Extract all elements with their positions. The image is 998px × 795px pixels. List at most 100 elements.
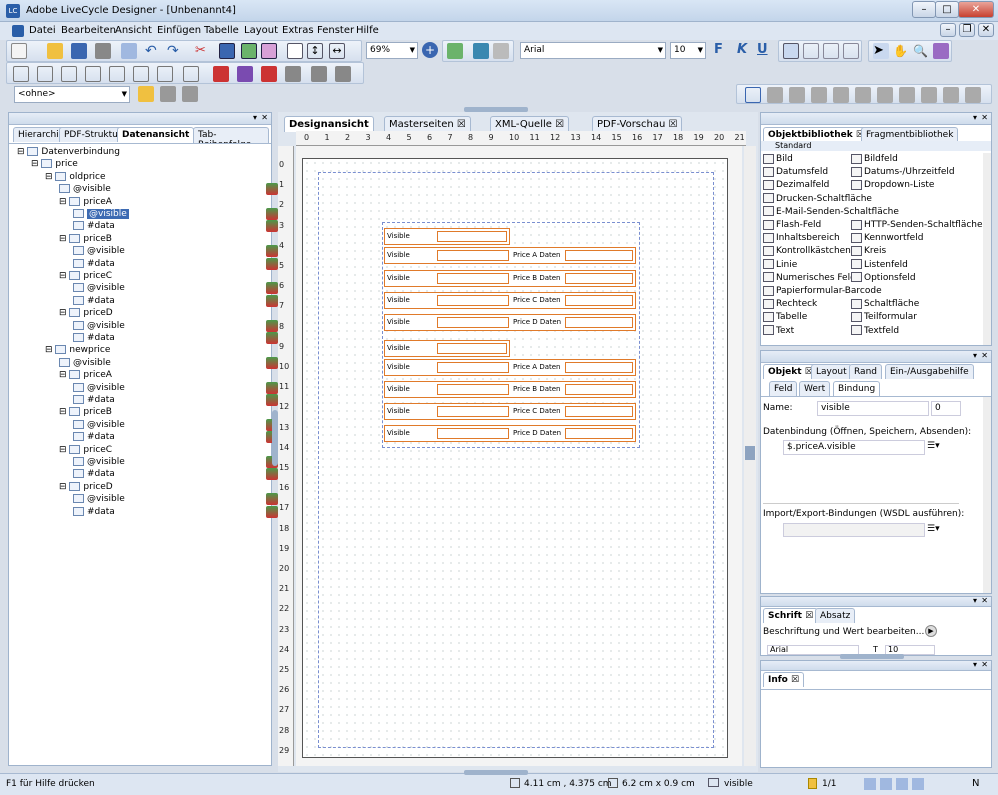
snap-grid-icon[interactable]	[241, 43, 257, 59]
align-hcenter-icon[interactable]	[133, 66, 149, 82]
tree-node[interactable]: #data	[73, 220, 115, 232]
library-scrollbar[interactable]	[983, 153, 991, 345]
tree-toggle-icon[interactable]: ⊟	[59, 271, 69, 281]
visible-value-box[interactable]	[437, 406, 509, 417]
library-item[interactable]: Teilformular	[851, 311, 917, 324]
script-tool-icon[interactable]	[933, 43, 949, 59]
form-field-row[interactable]: Visible	[384, 228, 510, 245]
price-value-box[interactable]	[565, 317, 633, 328]
tab-objekt[interactable]: Objekt ☒	[763, 364, 818, 379]
library-item[interactable]: Bild	[763, 153, 793, 166]
tree-node[interactable]: @visible	[73, 245, 125, 257]
insert-table-icon[interactable]	[745, 87, 761, 103]
doc-close-button[interactable]: ✕	[978, 23, 994, 37]
library-section[interactable]: Standard	[761, 141, 991, 151]
visible-value-box[interactable]	[437, 231, 507, 242]
visible-value-box[interactable]	[437, 250, 509, 261]
form-field-row[interactable]: Visible Price C Daten	[384, 292, 636, 309]
tree-node[interactable]: ⊟ priceB	[59, 233, 112, 245]
bold-button[interactable]: F	[714, 42, 723, 57]
status-tool-1-icon[interactable]	[880, 778, 892, 790]
tree-toggle-icon[interactable]: ⊟	[31, 159, 41, 169]
close-button[interactable]: ✕	[958, 1, 994, 18]
tree-node[interactable]: #data	[73, 258, 115, 270]
library-item[interactable]: Dropdown-Liste	[851, 179, 934, 192]
new-icon[interactable]	[11, 43, 27, 59]
form-field-row[interactable]: Visible Price A Daten	[384, 359, 636, 376]
tab-absatz[interactable]: Absatz	[815, 608, 856, 623]
import-field[interactable]	[783, 523, 925, 537]
tree-node[interactable]: ⊟ priceC	[59, 270, 112, 282]
price-value-box[interactable]	[565, 428, 633, 439]
tree-toggle-icon[interactable]: ⊟	[59, 445, 69, 455]
table-op-3-icon[interactable]	[811, 87, 827, 103]
tab-datenansicht[interactable]: Datenansicht	[117, 127, 195, 142]
tree-toggle-icon[interactable]: ⊟	[59, 482, 69, 492]
visible-value-box[interactable]	[437, 343, 507, 354]
tab-xml-quelle[interactable]: XML-Quelle ☒	[490, 116, 570, 132]
menu-ansicht[interactable]: Ansicht	[115, 25, 152, 36]
visible-value-box[interactable]	[437, 362, 509, 373]
hand-tool-icon[interactable]: ✋	[893, 43, 909, 59]
binding-field[interactable]: $.priceA.visible	[783, 440, 925, 455]
preview-icon[interactable]	[121, 43, 137, 59]
table-op-6-icon[interactable]	[877, 87, 893, 103]
form-field-row[interactable]: Visible Price B Daten	[384, 381, 636, 398]
tree-node[interactable]: #data	[73, 332, 115, 344]
check-icon[interactable]	[447, 43, 463, 59]
tree-toggle-icon[interactable]: ⊟	[59, 407, 69, 417]
editor-vscroll-thumb[interactable]	[745, 446, 755, 460]
library-item[interactable]: Text	[763, 325, 794, 338]
align-left-icon[interactable]	[783, 43, 799, 59]
page-icon[interactable]	[287, 43, 303, 59]
library-item[interactable]: Drucken-Schaltfläche	[763, 193, 872, 206]
table-op-5-icon[interactable]	[855, 87, 871, 103]
tree-node[interactable]: ⊟ priceB	[59, 406, 112, 418]
tab-rand[interactable]: Rand	[849, 364, 882, 379]
library-item[interactable]: Textfeld	[851, 325, 899, 338]
object-close-icon[interactable]: ✕	[981, 351, 988, 360]
library-item[interactable]: Numerisches Feld	[763, 272, 856, 285]
library-item[interactable]: Datumsfeld	[763, 166, 828, 179]
top-splitter[interactable]	[464, 107, 528, 112]
menu-einfuegen[interactable]: Einfügen	[157, 25, 201, 36]
import-menu-icon[interactable]: ☰▾	[927, 524, 940, 534]
tree-node[interactable]: @visible	[73, 320, 125, 332]
align-top-icon[interactable]	[61, 66, 77, 82]
tree-node[interactable]: @visible	[59, 183, 111, 195]
font-edit-arrow-icon[interactable]: ▶	[925, 625, 937, 637]
tab-designansicht[interactable]: Designansicht	[284, 116, 374, 132]
new-master-icon[interactable]	[138, 86, 154, 102]
select-tool-icon[interactable]: ➤	[873, 43, 889, 59]
tree-node[interactable]: ⊟ oldprice	[45, 171, 106, 183]
wrap-icon[interactable]	[285, 66, 301, 82]
price-value-box[interactable]	[565, 295, 633, 306]
name-field[interactable]: visible	[817, 401, 929, 416]
minimize-button[interactable]: –	[912, 1, 936, 18]
tree-node[interactable]: ⊟ Datenverbindung	[17, 146, 120, 158]
tab-objektbibliothek[interactable]: Objektbibliothek ☒	[763, 127, 869, 142]
library-item[interactable]: Schaltfläche	[851, 298, 919, 311]
save-icon[interactable]	[71, 43, 87, 59]
library-item[interactable]: Dezimalfeld	[763, 179, 829, 192]
visible-value-box[interactable]	[437, 273, 509, 284]
tree-node[interactable]: ⊟ priceA	[59, 196, 112, 208]
library-item[interactable]: Bildfeld	[851, 153, 898, 166]
menu-datei[interactable]: Datei	[29, 25, 56, 36]
edit-master-icon[interactable]	[160, 86, 176, 102]
italic-button[interactable]: K	[737, 42, 747, 57]
subtab-bindung[interactable]: Bindung	[833, 381, 881, 396]
align-right-edge-icon[interactable]	[37, 66, 53, 82]
table-op-10-icon[interactable]	[965, 87, 981, 103]
tree-node[interactable]: @visible	[73, 456, 125, 468]
print-icon[interactable]	[95, 43, 111, 59]
tree-toggle-icon[interactable]: ⊟	[17, 147, 27, 157]
visible-value-box[interactable]	[437, 384, 509, 395]
fit-height-icon[interactable]: ↕	[307, 43, 323, 59]
tree-node[interactable]: ⊟ priceD	[59, 481, 113, 493]
zoom-combo[interactable]: 69% ▼	[366, 42, 418, 59]
library-item[interactable]: Tabelle	[763, 311, 807, 324]
library-item[interactable]: Datums-/Uhrzeitfeld	[851, 166, 955, 179]
open-icon[interactable]	[47, 43, 63, 59]
tree-node[interactable]: ⊟ newprice	[45, 344, 110, 356]
